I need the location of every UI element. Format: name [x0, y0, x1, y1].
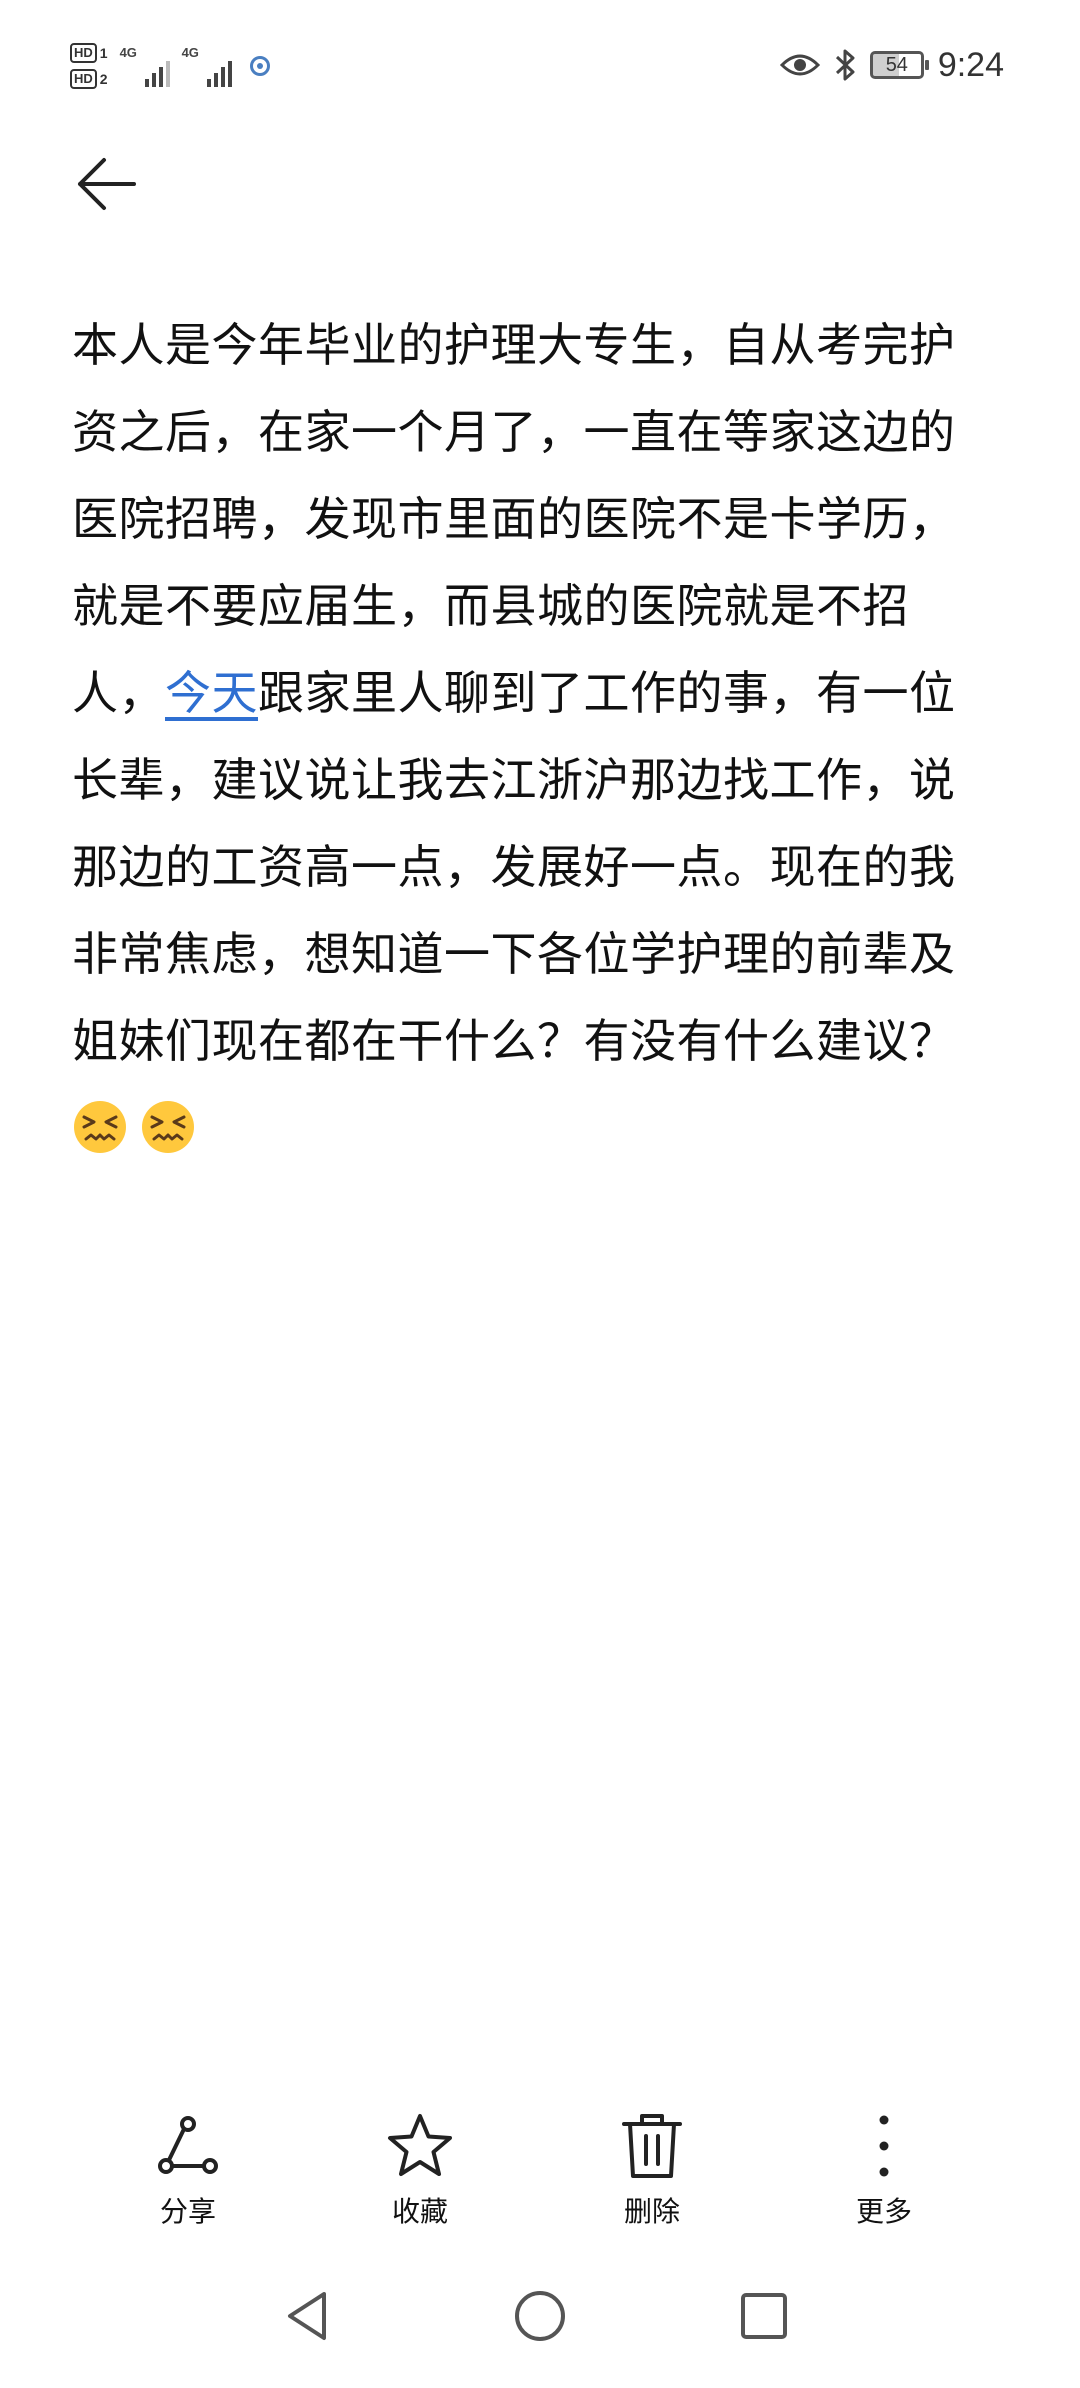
network-type-sim1: 4G [119, 45, 137, 60]
trash-icon [622, 2114, 682, 2178]
home-circle-icon [515, 2291, 565, 2341]
delete-button[interactable]: 删除 [572, 2110, 732, 2230]
status-time: 9:24 [937, 45, 1004, 84]
recents-square-icon [741, 2293, 787, 2339]
share-label: 分享 [159, 2195, 216, 2228]
arrow-left-icon [78, 158, 136, 210]
hd-sim2-index: 2 [99, 71, 108, 87]
post-text-before-link: 本人是今年毕业的护理大专生，自从考完护资之后，在家一个月了，一直在等家这边的医院… [72, 318, 956, 720]
star-icon [388, 2114, 452, 2176]
camera-status-icon [249, 56, 270, 76]
share-button[interactable]: 分享 [108, 2110, 268, 2230]
system-nav-bar [0, 2280, 1080, 2380]
hd-sim2-indicator: HD 2 [70, 69, 108, 89]
emoji-row [72, 1099, 992, 1155]
network-type-sim2: 4G [181, 45, 199, 60]
confounded-face-emoji [142, 1101, 194, 1153]
nav-home-button[interactable] [508, 2284, 572, 2348]
nav-back-button[interactable] [276, 2284, 340, 2348]
battery-icon: 54 [869, 51, 929, 79]
bluetooth-icon [835, 49, 855, 81]
hd-sim1-index: 1 [99, 45, 108, 61]
more-button[interactable]: 更多 [804, 2110, 964, 2230]
back-button[interactable] [70, 148, 142, 220]
back-triangle-icon [288, 2292, 326, 2340]
hd-sim1-label: HD [70, 43, 97, 63]
favorite-label: 收藏 [391, 2195, 448, 2228]
signal-strength-sim1-icon: 4G [120, 45, 170, 87]
hd-sim2-label: HD [70, 69, 97, 89]
more-vertical-icon [879, 2115, 889, 2177]
post-body: 本人是今年毕业的护理大专生，自从考完护资之后，在家一个月了，一直在等家这边的医院… [72, 302, 992, 1155]
status-bar: HD 1 HD 2 4G 4G 54 9:24 [0, 0, 1080, 130]
delete-label: 删除 [623, 2195, 680, 2228]
status-left-group: HD 1 HD 2 4G 4G [70, 36, 270, 96]
signal-strength-sim2-icon: 4G [182, 45, 232, 87]
confounded-face-emoji [74, 1101, 126, 1153]
hd-sim1-indicator: HD 1 [70, 43, 108, 63]
favorite-button[interactable]: 收藏 [340, 2110, 500, 2230]
battery-level: 54 [885, 54, 908, 76]
more-label: 更多 [855, 2195, 912, 2228]
nav-recents-button[interactable] [732, 2284, 796, 2348]
action-bar: 分享 收藏 删除 更多 [0, 2110, 1080, 2250]
status-right-group: 54 9:24 [779, 40, 1004, 90]
eye-icon [779, 54, 820, 76]
hd-indicators: HD 1 HD 2 [70, 43, 108, 89]
date-link[interactable]: 今天 [165, 666, 258, 720]
post-text-after-link: 跟家里人聊到了工作的事，有一位长辈，建议说让我去江浙沪那边找工作，说那边的工资高… [72, 666, 956, 1068]
share-icon [158, 2116, 218, 2174]
